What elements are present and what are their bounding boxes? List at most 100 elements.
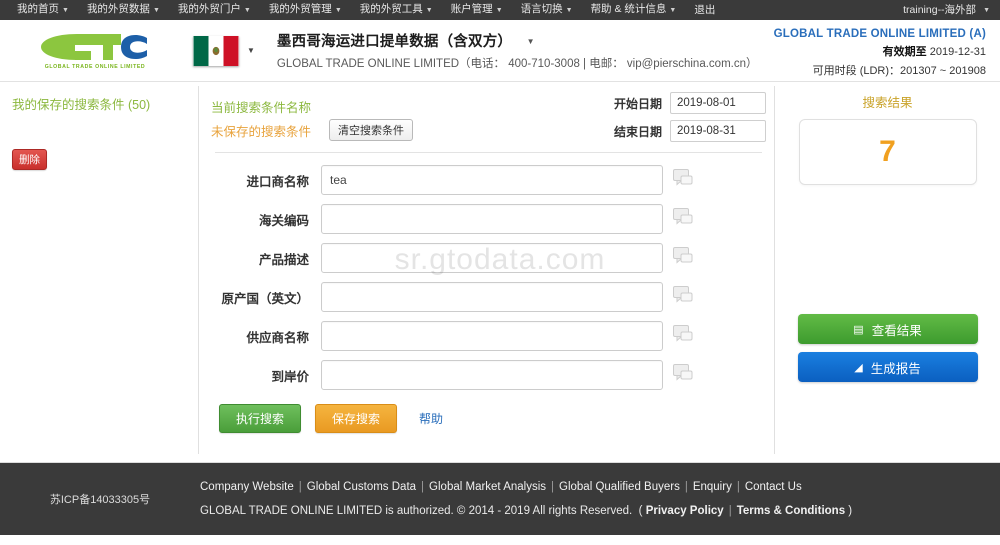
start-date-label: 开始日期 — [613, 96, 662, 111]
comment-hint-icon[interactable] — [673, 364, 693, 386]
saved-searches-title: 我的保存的搜索条件 (50) — [12, 98, 151, 112]
page-title-row: 墨西哥海运进口提单数据（含双方） ▼ — [277, 30, 758, 51]
footer-link-enquiry[interactable]: Enquiry — [693, 481, 732, 493]
divider: | — [551, 481, 555, 493]
validity-label: 有效期至 — [882, 46, 927, 58]
account-name: GLOBAL TRADE ONLINE LIMITED (A) — [773, 28, 986, 40]
generate-report-button[interactable]: ◢ 生成报告 — [797, 352, 978, 382]
product-description-input[interactable] — [321, 243, 663, 273]
footer-links-block: Company Website | Global Customs Data | Glob… — [200, 481, 852, 517]
field-row-cif-price: 到岸价 — [211, 360, 766, 390]
main-content: 我的保存的搜索条件 (50) 删除 当前搜索条件名称 未保存的搜索条件 清空搜索… — [0, 82, 1000, 462]
footer-links-row: Company Website | Global Customs Data | Glob… — [200, 481, 852, 493]
footer-link-global-customs-data[interactable]: Global Customs Data — [307, 481, 416, 493]
nav-item-language-switch[interactable]: 语言切换 ▼ — [512, 0, 582, 21]
chevron-down-icon[interactable]: ▼ — [527, 37, 535, 46]
nav-item-account-management[interactable]: 账户管理 ▼ — [442, 0, 512, 21]
chevron-down-icon: ▼ — [243, 7, 251, 14]
country-of-origin-input[interactable] — [321, 282, 663, 312]
nav-item-help-stats[interactable]: 帮助 & 统计信息 ▼ — [582, 0, 686, 21]
nav-label: 帮助 & 统计信息 — [590, 3, 667, 15]
footer-link-privacy-policy[interactable]: Privacy Policy — [646, 505, 724, 517]
page-root: 我的首页 ▼ 我的外贸数据 ▼ 我的外贸门户 ▼ 我的外贸管理 ▼ 我的外贸工具 ▼ 账户… — [0, 0, 1000, 545]
chevron-down-icon: ▼ — [425, 7, 433, 14]
footer-link-contact-us[interactable]: Contact Us — [745, 481, 802, 493]
generate-report-label: 生成报告 — [870, 361, 921, 376]
importer-name-input[interactable] — [321, 165, 663, 195]
nav-user-label: training--海外部 — [903, 4, 977, 16]
nav-label: 我的外贸管理 — [268, 3, 332, 15]
nav-user-menu[interactable]: training--海外部 ▼ — [894, 0, 990, 20]
country-flag-selector[interactable]: ▼ — [193, 35, 255, 66]
field-row-importer-name: 进口商名称 — [211, 165, 766, 195]
delete-button[interactable]: 删除 — [12, 149, 47, 170]
cif-price-input[interactable] — [321, 360, 663, 390]
top-navigation-bar: 我的首页 ▼ 我的外贸数据 ▼ 我的外贸门户 ▼ 我的外贸管理 ▼ 我的外贸工具 ▼ 账户… — [0, 0, 1000, 20]
company-contact-line: GLOBAL TRADE ONLINE LIMITED（电话： 400-710-… — [276, 58, 758, 70]
footer-link-company-website[interactable]: Company Website — [200, 481, 294, 493]
clear-search-button[interactable]: 清空搜索条件 — [329, 119, 413, 141]
view-results-button[interactable]: ▤ 查看结果 — [797, 314, 978, 344]
comment-hint-icon[interactable] — [673, 169, 693, 191]
chevron-down-icon: ▼ — [565, 7, 573, 14]
hs-code-input[interactable] — [321, 204, 663, 234]
nav-item-trade-portal[interactable]: 我的外贸门户 ▼ — [169, 0, 260, 21]
comment-hint-icon[interactable] — [673, 286, 693, 308]
footer-copyright-text: GLOBAL TRADE ONLINE LIMITED is authorize… — [200, 505, 633, 517]
field-label: 原产国（英文） — [221, 291, 309, 306]
chevron-down-icon: ▼ — [247, 46, 255, 55]
comment-hint-icon[interactable] — [673, 208, 693, 230]
paren-open: ( — [635, 505, 646, 517]
search-form-panel: 当前搜索条件名称 未保存的搜索条件 清空搜索条件 开始日期 结束日期 — [199, 82, 774, 462]
start-date-row: 开始日期 — [614, 92, 766, 114]
footer-link-global-qualified-buyers[interactable]: Global Qualified Buyers — [559, 481, 680, 493]
end-date-label: 结束日期 — [613, 124, 662, 139]
field-row-supplier-name: 供应商名称 — [211, 321, 766, 351]
nav-item-trade-management[interactable]: 我的外贸管理 ▼ — [260, 0, 351, 21]
divider: | — [421, 481, 425, 493]
search-fields: 进口商名称 海关编码 产品描述 — [211, 165, 766, 390]
start-date-input[interactable] — [670, 92, 766, 114]
field-label: 进口商名称 — [246, 174, 309, 189]
footer-link-terms-conditions[interactable]: Terms & Conditions — [737, 505, 845, 517]
nav-label: 我的外贸门户 — [177, 3, 241, 15]
gto-logo[interactable]: GLOBAL TRADE ONLINE LIMITED — [25, 31, 165, 70]
page-header: GLOBAL TRADE ONLINE LIMITED ▼ 墨西哥海运进口提单数… — [0, 20, 1000, 82]
nav-label: 我的外贸工具 — [359, 3, 423, 15]
footer-copyright-row: GLOBAL TRADE ONLINE LIMITED is authorize… — [200, 505, 852, 517]
field-row-country-of-origin: 原产国（英文） — [211, 282, 766, 312]
field-label: 到岸价 — [271, 369, 309, 384]
date-range-group: 开始日期 结束日期 — [614, 92, 766, 148]
nav-item-home[interactable]: 我的首页 ▼ — [8, 0, 78, 21]
chart-icon: ◢ — [854, 361, 863, 374]
chevron-down-icon: ▼ — [62, 7, 69, 14]
supplier-name-input[interactable] — [321, 321, 663, 351]
chevron-down-icon: ▼ — [983, 6, 990, 14]
field-row-hs-code: 海关编码 — [211, 204, 766, 234]
page-footer: 苏ICP备14033305号 Company Website | Global Cu… — [0, 463, 1000, 535]
validity-value: 2019-12-31 — [929, 46, 986, 58]
saved-searches-sidebar: 我的保存的搜索条件 (50) 删除 — [0, 82, 198, 462]
form-action-buttons: 执行搜索 保存搜索 帮助 — [219, 404, 766, 433]
end-date-row: 结束日期 — [614, 120, 766, 142]
nav-label: 账户管理 — [450, 3, 493, 15]
nav-item-logout[interactable]: 退出 — [685, 0, 724, 20]
nav-label: 我的外贸数据 — [86, 3, 150, 15]
footer-link-global-market-analysis[interactable]: Global Market Analysis — [429, 481, 546, 493]
comment-hint-icon[interactable] — [673, 325, 693, 347]
end-date-input[interactable] — [670, 120, 766, 142]
chevron-down-icon: ▼ — [334, 7, 342, 14]
save-search-button[interactable]: 保存搜索 — [315, 404, 398, 433]
nav-item-trade-data[interactable]: 我的外贸数据 ▼ — [78, 0, 169, 21]
field-label: 产品描述 — [258, 252, 309, 267]
dataset-title-block: 墨西哥海运进口提单数据（含双方） ▼ GLOBAL TRADE ONLINE L… — [277, 30, 758, 71]
execute-search-button[interactable]: 执行搜索 — [219, 404, 302, 433]
comment-hint-icon[interactable] — [673, 247, 693, 269]
mexico-flag-icon — [193, 35, 239, 66]
nav-item-trade-tools[interactable]: 我的外贸工具 ▼ — [351, 0, 442, 21]
divider: | — [684, 481, 688, 493]
help-link[interactable]: 帮助 — [419, 410, 443, 427]
nav-label: 语言切换 — [520, 3, 563, 15]
list-icon: ▤ — [853, 323, 864, 336]
results-panel: 搜索结果 7 ▤ 查看结果 ◢ 生成报告 — [775, 82, 1000, 462]
